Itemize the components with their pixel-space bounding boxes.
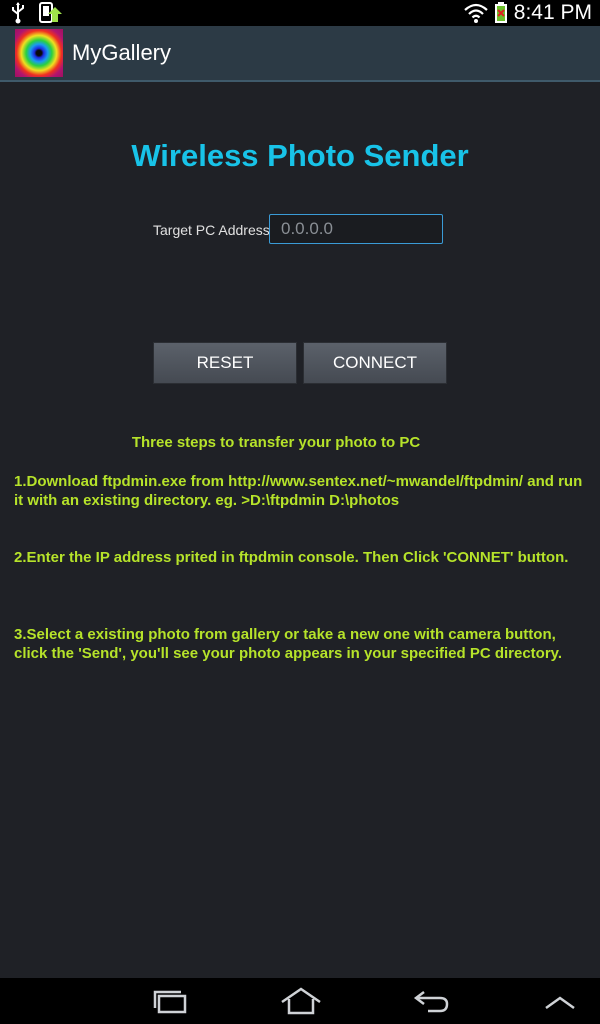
status-right: 8:41 PM xyxy=(464,0,592,26)
app-title: MyGallery xyxy=(72,40,172,65)
page-title: Wireless Photo Sender xyxy=(131,138,469,173)
home-icon[interactable] xyxy=(280,986,322,1016)
instruction-step-1: 1.Download ftpdmin.exe from http://www.s… xyxy=(14,473,583,509)
menu-up-icon[interactable] xyxy=(542,986,578,1016)
connect-button[interactable]: CONNECT xyxy=(303,342,447,384)
target-address-input[interactable] xyxy=(269,214,443,244)
action-bar: MyGallery xyxy=(0,26,600,82)
status-left-icons xyxy=(10,2,62,24)
status-time: 8:41 PM xyxy=(513,1,592,24)
usb-icon xyxy=(12,2,24,24)
wifi-icon xyxy=(464,3,488,23)
download-icon xyxy=(39,2,62,23)
navigation-bar xyxy=(0,978,600,1024)
app-icon[interactable] xyxy=(15,29,63,77)
instruction-step-3: 3.Select a existing photo from gallery o… xyxy=(14,626,563,662)
reset-button[interactable]: RESET xyxy=(153,342,297,384)
back-icon[interactable] xyxy=(412,986,452,1016)
target-address-label: Target PC Address xyxy=(153,222,270,238)
instructions-title: Three steps to transfer your photo to PC xyxy=(131,434,421,451)
instruction-step-2: 2.Enter the IP address prited in ftpdmin… xyxy=(14,549,569,566)
status-bar: 8:41 PM xyxy=(0,0,600,26)
recent-apps-icon[interactable] xyxy=(150,986,190,1016)
battery-charging-icon xyxy=(494,2,507,23)
